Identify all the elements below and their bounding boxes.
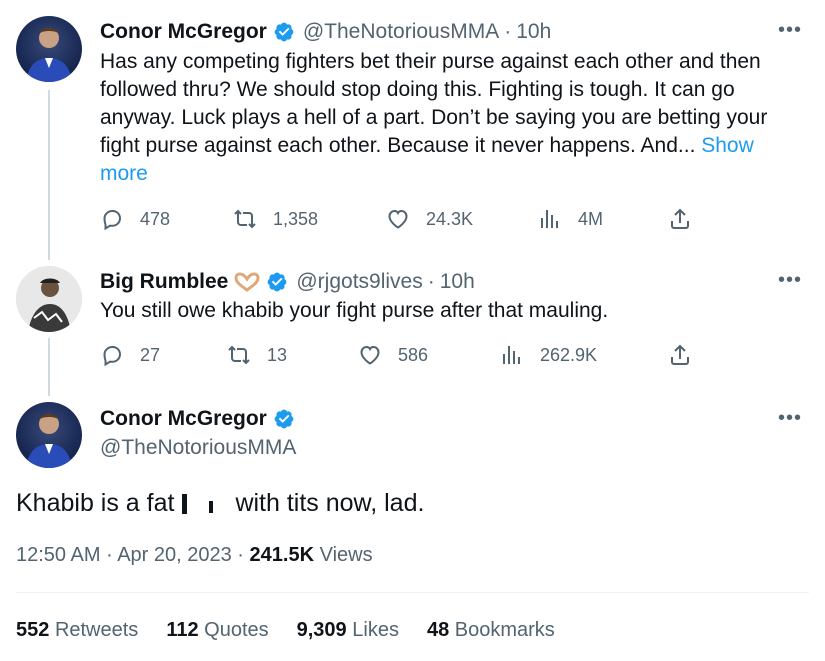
display-name[interactable]: Big Rumblee <box>100 270 228 294</box>
more-icon[interactable]: ••• <box>777 20 803 40</box>
main-tweet-text: Khabib is a fat with tits now, lad. <box>16 489 424 518</box>
reply-button[interactable]: 478 <box>100 207 170 231</box>
quotes-count: 112 <box>166 619 199 641</box>
views-icon <box>500 343 524 367</box>
views-count: 262.9K <box>540 344 598 365</box>
tweet-meta: 12:50 AM · Apr 20, 2023 · 241.5K Views <box>16 544 373 567</box>
tweet-text: Has any competing fighters bet their pur… <box>100 48 790 188</box>
share-icon <box>668 207 692 231</box>
separator: · <box>427 270 435 293</box>
like-button[interactable]: 24.3K <box>386 207 473 231</box>
retweet-icon <box>227 343 251 367</box>
bookmarks-stat[interactable]: 48 Bookmarks <box>427 619 555 642</box>
likes-stat[interactable]: 9,309 Likes <box>297 619 399 642</box>
handle[interactable]: @rjgots9lives <box>296 270 422 294</box>
retweet-count: 1,358 <box>273 208 319 229</box>
verified-icon <box>273 21 295 43</box>
retweet-icon <box>233 207 257 231</box>
likes-label: Likes <box>352 619 399 641</box>
tweet-big-rumblee[interactable]: Big Rumblee @rjgots9lives · 10h ••• You … <box>0 250 825 390</box>
action-bar: 27 13 586 262.9K <box>100 340 700 370</box>
avatar[interactable] <box>16 402 82 468</box>
heart-hands-emoji-icon <box>234 272 260 292</box>
more-icon[interactable]: ••• <box>777 408 803 428</box>
retweets-count: 552 <box>16 619 50 641</box>
reply-icon <box>100 207 124 231</box>
like-button[interactable]: 586 <box>358 343 428 367</box>
display-name[interactable]: Conor McGregor <box>100 407 267 431</box>
redaction-mark <box>182 493 188 514</box>
bookmarks-label: Bookmarks <box>454 619 555 641</box>
text-after: with tits now, lad. <box>235 489 425 517</box>
views-count: 4M <box>578 208 604 229</box>
retweet-button[interactable]: 13 <box>227 343 287 367</box>
timestamp[interactable]: 10h <box>440 270 475 294</box>
retweet-button[interactable]: 1,358 <box>233 207 318 231</box>
avatar[interactable] <box>16 266 82 332</box>
share-icon <box>668 343 692 367</box>
views-button[interactable]: 4M <box>538 207 603 231</box>
display-name[interactable]: Conor McGregor <box>100 20 267 44</box>
post-time[interactable]: 12:50 AM <box>16 544 101 566</box>
engagement-stats: 552 Retweets 112 Quotes 9,309 Likes 48 B… <box>16 619 583 642</box>
quotes-stat[interactable]: 112 Quotes <box>166 619 268 642</box>
retweets-label: Retweets <box>54 619 139 641</box>
heart-icon <box>386 207 410 231</box>
verified-icon <box>273 408 295 430</box>
divider <box>16 592 809 593</box>
reply-count: 27 <box>140 344 161 365</box>
separator: · <box>237 544 244 566</box>
views-button[interactable]: 262.9K <box>500 343 597 367</box>
views-count: 241.5K <box>249 544 315 566</box>
separator: · <box>106 544 113 566</box>
timestamp[interactable]: 10h <box>516 20 551 44</box>
avatar[interactable] <box>16 16 82 82</box>
reply-icon <box>100 343 124 367</box>
like-count: 24.3K <box>426 208 474 229</box>
action-bar: 478 1,358 24.3K 4M <box>100 204 700 234</box>
verified-icon <box>266 271 288 293</box>
bookmarks-count: 48 <box>426 619 450 641</box>
heart-icon <box>358 343 382 367</box>
retweets-stat[interactable]: 552 Retweets <box>16 619 138 642</box>
separator: · <box>504 20 512 43</box>
share-button[interactable] <box>668 207 708 231</box>
tweet-body: Has any competing fighters bet their pur… <box>100 50 768 157</box>
retweet-count: 13 <box>267 344 288 365</box>
views-icon <box>538 207 562 231</box>
like-count: 586 <box>398 344 429 365</box>
quotes-label: Quotes <box>204 619 269 641</box>
reply-button[interactable]: 27 <box>100 343 160 367</box>
text-before: Khabib is a fat <box>16 489 175 517</box>
handle[interactable]: @TheNotoriousMMA <box>303 20 499 44</box>
reply-count: 478 <box>140 208 171 229</box>
likes-count: 9,309 <box>296 619 347 641</box>
views-label: Views <box>319 544 373 566</box>
handle[interactable]: @TheNotoriousMMA <box>100 436 296 460</box>
tweet-text: You still owe khabib your fight purse af… <box>100 299 609 322</box>
post-date[interactable]: Apr 20, 2023 <box>117 544 232 566</box>
share-button[interactable] <box>668 343 708 367</box>
redaction-mark <box>209 500 214 513</box>
tweet-conor-1[interactable]: Conor McGregor @TheNotoriousMMA · 10h ••… <box>0 0 825 250</box>
more-icon[interactable]: ••• <box>777 270 803 290</box>
